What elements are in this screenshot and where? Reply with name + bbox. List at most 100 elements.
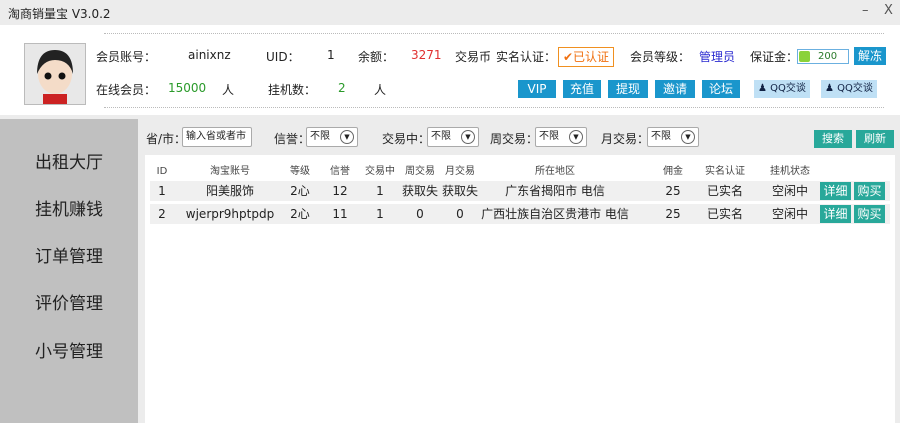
sidebar-item-hang-earn[interactable]: 挂机赚钱 [0, 195, 138, 220]
verified-text: 已认证 [573, 50, 610, 64]
verified-badge: ✔已认证 [558, 47, 614, 67]
coin-icon [799, 51, 810, 62]
title-bar: 淘商销量宝 V3.0.2 – X [0, 0, 900, 25]
qq-chat-button-2[interactable]: ♟ QQ交谈 [821, 80, 877, 98]
qq-chat-button-1[interactable]: ♟ QQ交谈 [754, 80, 810, 98]
header-credit: 信誉 [330, 166, 350, 177]
user-info-header: 会员账号： ainixnz UID： 1 余额： 3271 交易币 实名认证： … [0, 25, 900, 115]
cell-commission: 25 [665, 207, 681, 221]
forum-button[interactable]: 论坛 [702, 80, 740, 98]
qq-penguin-icon: ♟ [825, 83, 834, 94]
bond-field: 200 [797, 49, 849, 64]
cell-credit: 11 [332, 207, 348, 221]
cell-level: 2心 [290, 184, 310, 198]
trading-select[interactable]: 不限 ▼ [427, 127, 479, 147]
monthly-select[interactable]: 不限 ▼ [647, 127, 699, 147]
currency-label: 交易币 [455, 50, 492, 64]
cell-monthly: 0 [456, 207, 464, 221]
cell-level: 2心 [290, 207, 310, 221]
chevron-down-icon: ▼ [681, 130, 695, 144]
balance-value: 3271 [411, 48, 442, 62]
cell-id: 1 [158, 184, 166, 198]
cell-credit: 12 [332, 184, 348, 198]
chevron-down-icon: ▼ [340, 130, 354, 144]
detail-button[interactable]: 详细 [820, 205, 851, 223]
check-icon: ✔ [562, 50, 574, 64]
sidebar-item-accounts[interactable]: 小号管理 [0, 337, 138, 362]
header-id: ID [156, 166, 168, 177]
header-monthly: 月交易 [445, 166, 475, 177]
close-button[interactable]: X [884, 3, 893, 18]
cell-account: 阳美服饰 [205, 184, 254, 198]
buy-button[interactable]: 购买 [854, 205, 885, 223]
qq-chat-label: QQ交谈 [837, 83, 873, 94]
header-trading: 交易中 [365, 166, 395, 177]
cell-monthly: 获取失 [441, 184, 478, 198]
cell-commission: 25 [665, 184, 681, 198]
chevron-down-icon: ▼ [569, 130, 583, 144]
monthly-label: 月交易： [601, 132, 650, 146]
table-row: 1 阳美服饰 2心 12 1 获取失 获取失 广东省揭阳市 电信 25 已实名 … [150, 181, 890, 201]
cell-weekly: 获取失 [401, 184, 438, 198]
table-header: ID 淘宝账号 等级 信誉 交易中 周交易 月交易 所在地区 佣金 实名认证 挂… [150, 162, 890, 182]
sidebar-item-reviews[interactable]: 评价管理 [0, 289, 138, 314]
minimize-button[interactable]: – [862, 3, 869, 18]
province-input[interactable]: 输入省或者市 [182, 127, 252, 147]
header-realname: 实名认证 [705, 166, 745, 177]
weekly-value: 不限 [539, 131, 559, 142]
credit-value: 不限 [310, 131, 330, 142]
chevron-down-icon: ▼ [461, 130, 475, 144]
cell-realname: 已实名 [706, 184, 743, 198]
cell-region: 广西壮族自治区贵港市 电信 [481, 207, 629, 221]
sidebar-item-rental-hall[interactable]: 出租大厅 [0, 148, 138, 173]
detail-button[interactable]: 详细 [820, 182, 851, 200]
bond-label: 保证金： [750, 50, 799, 64]
sidebar: 出租大厅 挂机赚钱 订单管理 评价管理 小号管理 [0, 119, 138, 423]
cell-realname: 已实名 [706, 207, 743, 221]
table-row: 2 wjerpr9hptpdp 2心 11 1 0 0 广西壮族自治区贵港市 电… [150, 204, 890, 224]
cell-region: 广东省揭阳市 电信 [505, 184, 605, 198]
hang-unit: 人 [374, 83, 387, 97]
account-label: 会员账号： [96, 50, 157, 64]
weekly-select[interactable]: 不限 ▼ [535, 127, 587, 147]
qq-chat-label: QQ交谈 [770, 83, 806, 94]
unfreeze-button[interactable]: 解冻 [854, 47, 886, 65]
hang-label: 挂机数： [268, 83, 317, 97]
recharge-button[interactable]: 充值 [563, 80, 601, 98]
online-label: 在线会员： [96, 83, 157, 97]
cell-status: 空闲中 [771, 207, 808, 221]
credit-select[interactable]: 不限 ▼ [306, 127, 358, 147]
level-value: 管理员 [699, 50, 736, 64]
qq-penguin-icon: ♟ [758, 83, 767, 94]
cell-status: 空闲中 [771, 184, 808, 198]
withdraw-button[interactable]: 提现 [608, 80, 648, 98]
hang-value: 2 [338, 81, 346, 95]
cell-trading: 1 [376, 207, 384, 221]
realname-label: 实名认证： [496, 50, 557, 64]
refresh-button[interactable]: 刷新 [856, 130, 894, 148]
header-region: 所在地区 [535, 166, 575, 177]
vip-button[interactable]: VIP [518, 80, 556, 98]
header-status: 挂机状态 [770, 166, 810, 177]
uid-label: UID： [266, 50, 300, 64]
cell-weekly: 0 [416, 207, 424, 221]
cell-account: wjerpr9hptpdp [185, 207, 275, 221]
trading-value: 不限 [431, 131, 451, 142]
province-label: 省/市： [146, 132, 187, 146]
weekly-label: 周交易： [490, 132, 539, 146]
header-commission: 佣金 [663, 166, 683, 177]
invite-button[interactable]: 邀请 [655, 80, 695, 98]
account-value: ainixnz [188, 48, 231, 62]
bond-value: 200 [818, 51, 838, 62]
online-value: 15000 [168, 81, 207, 95]
monthly-value: 不限 [651, 131, 671, 142]
cell-trading: 1 [376, 184, 384, 198]
buy-button[interactable]: 购买 [854, 182, 885, 200]
avatar [24, 43, 86, 105]
search-button[interactable]: 搜索 [814, 130, 852, 148]
header-level: 等级 [290, 166, 310, 177]
online-unit: 人 [222, 83, 235, 97]
header-weekly: 周交易 [405, 166, 435, 177]
level-label: 会员等级： [630, 50, 691, 64]
sidebar-item-orders[interactable]: 订单管理 [0, 242, 138, 267]
